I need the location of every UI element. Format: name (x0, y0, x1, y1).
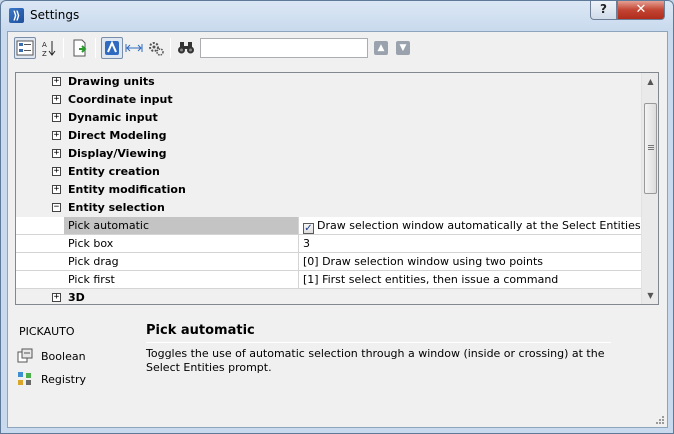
boolean-type-icon (17, 348, 33, 363)
close-button[interactable]: ✕ (617, 1, 665, 20)
property-name: Pick drag (64, 253, 299, 270)
category-label: Entity modification (68, 183, 186, 196)
category-label: 3D (68, 291, 85, 304)
property-name: Pick automatic (64, 217, 299, 234)
property-row[interactable]: Pick drag [0] Draw selection window usin… (16, 253, 642, 271)
expand-icon[interactable]: + (52, 77, 61, 86)
help-button[interactable]: ? (590, 1, 617, 20)
window-title: Settings (30, 8, 80, 22)
property-value[interactable]: 3 (299, 235, 642, 252)
expand-icon[interactable]: + (52, 167, 61, 176)
description-divider (146, 342, 611, 343)
drawing-settings-icon[interactable] (101, 37, 123, 59)
category-label: Coordinate input (68, 93, 173, 106)
scroll-down-icon[interactable]: ▼ (642, 287, 658, 304)
category-label: Direct Modeling (68, 129, 167, 142)
expand-icon[interactable]: + (52, 293, 61, 302)
toolbar: AZ ▲ ▼ (8, 32, 667, 64)
category-row[interactable]: + Entity modification (16, 181, 642, 199)
options-icon[interactable] (145, 37, 167, 59)
category-label: Drawing units (68, 75, 155, 88)
property-value[interactable]: ✓ Draw selection window automatically at … (299, 217, 642, 234)
variable-type: Boolean (17, 348, 86, 364)
expand-icon[interactable]: + (52, 149, 61, 158)
category-label: Dynamic input (68, 111, 158, 124)
description-text: Toggles the use of automatic selection t… (146, 347, 605, 374)
dimension-settings-icon[interactable] (123, 37, 145, 59)
category-row[interactable]: − Entity selection (16, 199, 642, 217)
expand-icon[interactable]: + (52, 113, 61, 122)
variable-storage-label: Registry (41, 372, 87, 386)
variable-name: PICKAUTO (19, 325, 75, 338)
grip-icon (648, 145, 654, 146)
grid-rows: + Drawing units + Coordinate input + Dyn… (16, 73, 642, 304)
property-value[interactable]: [1] First select entities, then issue a … (299, 271, 642, 288)
property-row[interactable]: Pick automatic ✓ Draw selection window au… (16, 217, 642, 235)
svg-text:A: A (42, 41, 47, 49)
collapse-icon[interactable]: − (52, 203, 61, 212)
toolbar-separator (95, 38, 96, 58)
category-row[interactable]: + Coordinate input (16, 91, 642, 109)
app-logo-icon: ⟫ (9, 8, 24, 23)
expand-icon[interactable]: + (52, 185, 61, 194)
property-value-text: Draw selection window automatically at t… (317, 219, 642, 232)
variable-storage: Registry (17, 371, 86, 387)
expand-icon[interactable]: + (52, 131, 61, 140)
search-up-icon[interactable]: ▲ (374, 41, 388, 55)
description-panel: PICKAUTO Boolean Registry Pick automatic… (8, 314, 667, 427)
settings-client-area: AZ ▲ ▼ + Drawing units + Coordinate inpu… (7, 31, 668, 428)
settings-window: ⟫ Settings ? ✕ AZ ▲ ▼ + Drawing units + … (0, 0, 674, 434)
property-name: Pick first (64, 271, 299, 288)
category-row[interactable]: + Entity creation (16, 163, 642, 181)
scroll-up-icon[interactable]: ▲ (642, 73, 658, 90)
settings-tree-grid[interactable]: + Drawing units + Coordinate input + Dyn… (15, 72, 659, 305)
category-label: Entity selection (68, 201, 165, 214)
category-row[interactable]: + Display/Viewing (16, 145, 642, 163)
category-row[interactable]: + Dynamic input (16, 109, 642, 127)
categorized-view-icon[interactable] (14, 37, 36, 59)
property-row[interactable]: Pick box 3 (16, 235, 642, 253)
search-input[interactable] (200, 38, 368, 58)
toolbar-separator (63, 38, 64, 58)
variable-type-label: Boolean (41, 349, 86, 363)
registry-icon (18, 372, 31, 385)
title-bar[interactable]: ⟫ Settings ? ✕ (1, 1, 673, 31)
scroll-thumb[interactable] (644, 103, 657, 194)
resize-grip-icon[interactable] (655, 415, 665, 425)
category-row[interactable]: + Direct Modeling (16, 127, 642, 145)
alphabetical-sort-icon[interactable]: AZ (38, 37, 60, 59)
description-title: Pick automatic (146, 323, 255, 338)
search-down-icon[interactable]: ▼ (396, 41, 410, 55)
find-icon[interactable] (175, 37, 197, 59)
property-value[interactable]: [0] Draw selection window using two poin… (299, 253, 642, 270)
category-label: Display/Viewing (68, 147, 167, 160)
category-row[interactable]: + Drawing units (16, 73, 642, 91)
svg-text:Z: Z (42, 50, 47, 57)
property-name: Pick box (64, 235, 299, 252)
toolbar-separator (170, 38, 171, 58)
export-icon[interactable] (69, 37, 91, 59)
property-row[interactable]: Pick first [1] First select entities, th… (16, 271, 642, 289)
category-label: Entity creation (68, 165, 160, 178)
category-row[interactable]: + 3D (16, 289, 642, 304)
pick-automatic-checkbox[interactable]: ✓ (303, 223, 314, 234)
expand-icon[interactable]: + (52, 95, 61, 104)
vertical-scrollbar[interactable]: ▲ ▼ (641, 73, 658, 304)
